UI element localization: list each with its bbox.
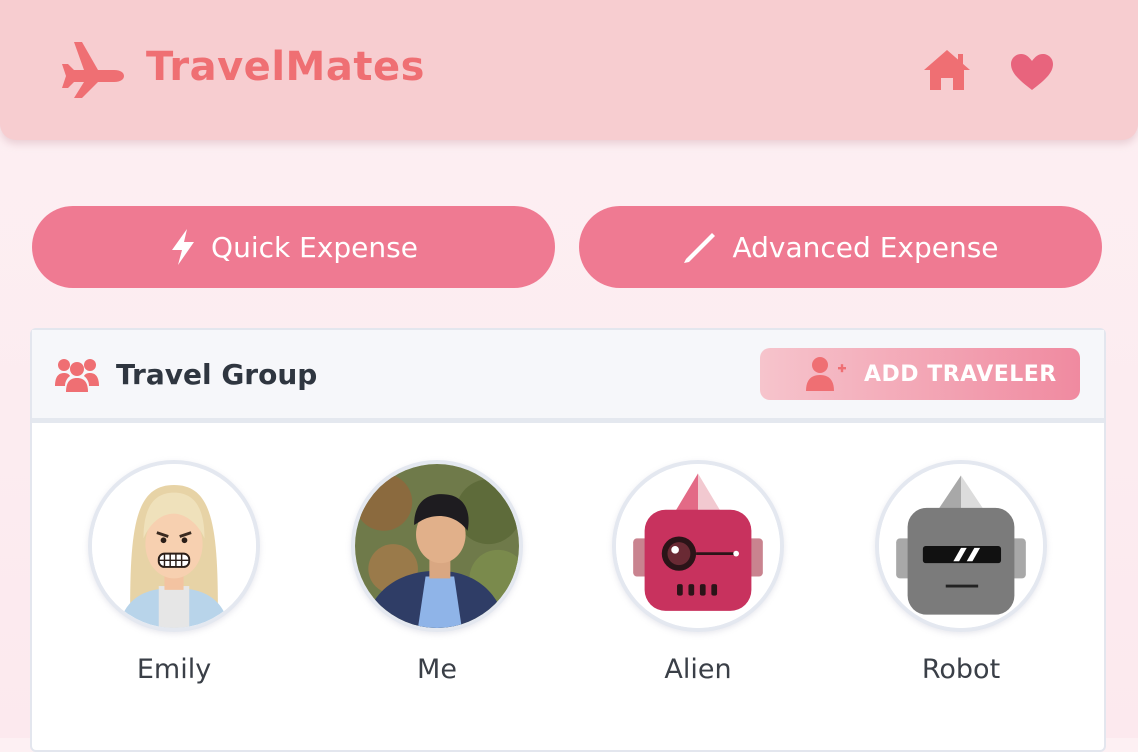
member-name: Emily	[136, 654, 212, 685]
member-alien[interactable]: Alien	[608, 460, 788, 685]
pencil-icon	[684, 233, 716, 263]
member-name: Me	[417, 654, 457, 685]
quick-expense-label: Quick Expense	[211, 230, 418, 264]
app-header: TravelMates	[0, 0, 1138, 140]
advanced-expense-button[interactable]: Advanced Expense	[579, 206, 1102, 288]
add-user-icon	[806, 357, 846, 391]
member-emily[interactable]: Emily	[84, 460, 264, 685]
users-group-icon	[55, 359, 99, 392]
photo-avatar	[351, 460, 523, 632]
add-traveler-button[interactable]: ADD TRAVELER	[760, 348, 1080, 400]
home-icon[interactable]	[922, 48, 972, 92]
add-traveler-label: ADD TRAVELER	[864, 361, 1057, 387]
member-robot[interactable]: Robot	[871, 460, 1051, 685]
travel-group-title: Travel Group	[116, 358, 318, 391]
app-title: TravelMates	[146, 44, 425, 90]
travel-group-header: Travel Group ADD TRAVELER	[32, 330, 1104, 423]
member-me[interactable]: Me	[347, 460, 527, 685]
heart-icon[interactable]	[1009, 52, 1055, 92]
member-name: Alien	[664, 654, 732, 685]
pink-robot-avatar	[612, 460, 784, 632]
lightning-icon	[172, 229, 195, 265]
gray-robot-avatar	[875, 460, 1047, 632]
member-name: Robot	[921, 654, 1001, 685]
advanced-expense-label: Advanced Expense	[732, 230, 999, 264]
cartoon-woman-avatar	[88, 460, 260, 632]
quick-expense-button[interactable]: Quick Expense	[32, 206, 555, 288]
airplane-icon	[62, 42, 124, 98]
